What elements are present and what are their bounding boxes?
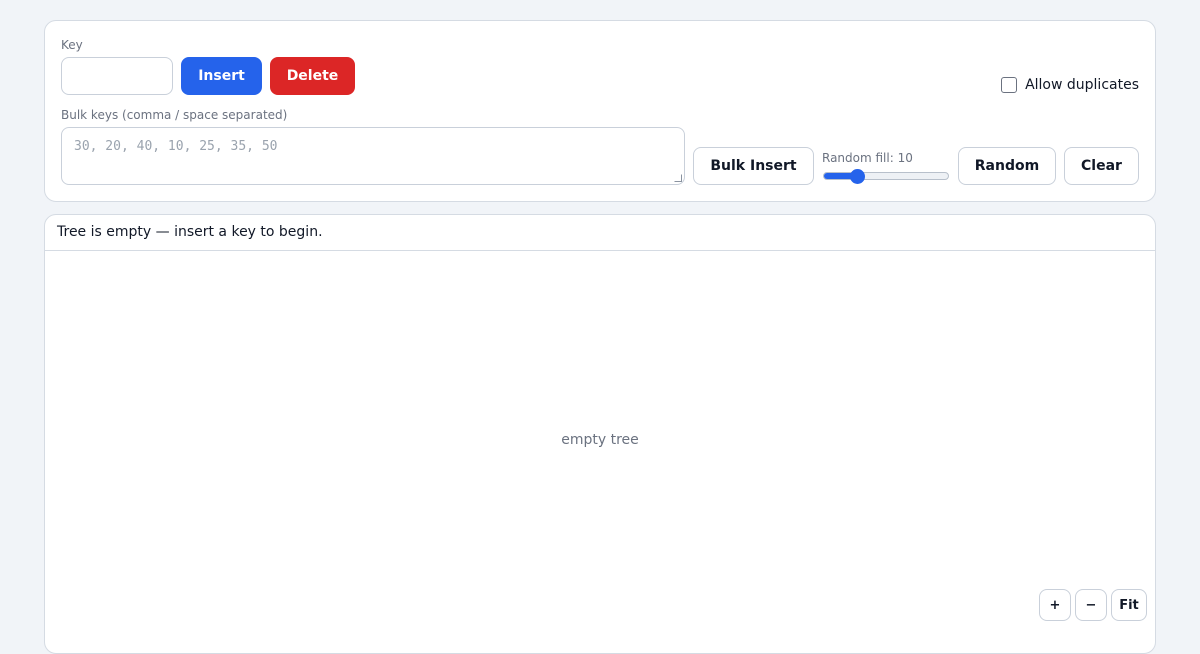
tree-status: Tree is empty — insert a key to begin.	[45, 215, 1155, 251]
bulk-keys-textarea[interactable]: 30, 20, 40, 10, 25, 35, 50	[61, 127, 685, 185]
key-input[interactable]	[61, 57, 173, 95]
resize-grip-icon[interactable]	[674, 174, 682, 182]
bulk-insert-button[interactable]: Bulk Insert	[693, 147, 814, 185]
key-label: Key	[61, 38, 83, 52]
bulk-keys-placeholder: 30, 20, 40, 10, 25, 35, 50	[74, 139, 278, 154]
clear-button[interactable]: Clear	[1064, 147, 1139, 185]
fit-button[interactable]: Fit	[1111, 589, 1147, 621]
tree-canvas[interactable]: empty tree	[45, 252, 1155, 653]
random-button[interactable]: Random	[958, 147, 1056, 185]
random-fill-slider-group: Random fill: 10	[822, 147, 949, 184]
zoom-in-button[interactable]: +	[1039, 589, 1071, 621]
random-fill-slider-thumb[interactable]	[850, 169, 866, 184]
allow-duplicates-label: Allow duplicates	[1025, 77, 1139, 93]
allow-duplicates-checkbox[interactable]	[1001, 77, 1018, 93]
random-fill-label: Random fill: 10	[822, 151, 913, 165]
zoom-out-button[interactable]: −	[1075, 589, 1107, 621]
empty-tree-message: empty tree	[561, 432, 639, 448]
controls-panel: Key Insert Delete Allow duplicates Bulk …	[44, 20, 1156, 202]
tree-panel: Tree is empty — insert a key to begin. e…	[44, 214, 1156, 654]
random-fill-slider[interactable]	[823, 169, 949, 184]
insert-button[interactable]: Insert	[181, 57, 262, 95]
delete-button[interactable]: Delete	[270, 57, 355, 95]
bulk-keys-label: Bulk keys (comma / space separated)	[61, 108, 288, 122]
allow-duplicates-toggle[interactable]: Allow duplicates	[1001, 77, 1139, 93]
